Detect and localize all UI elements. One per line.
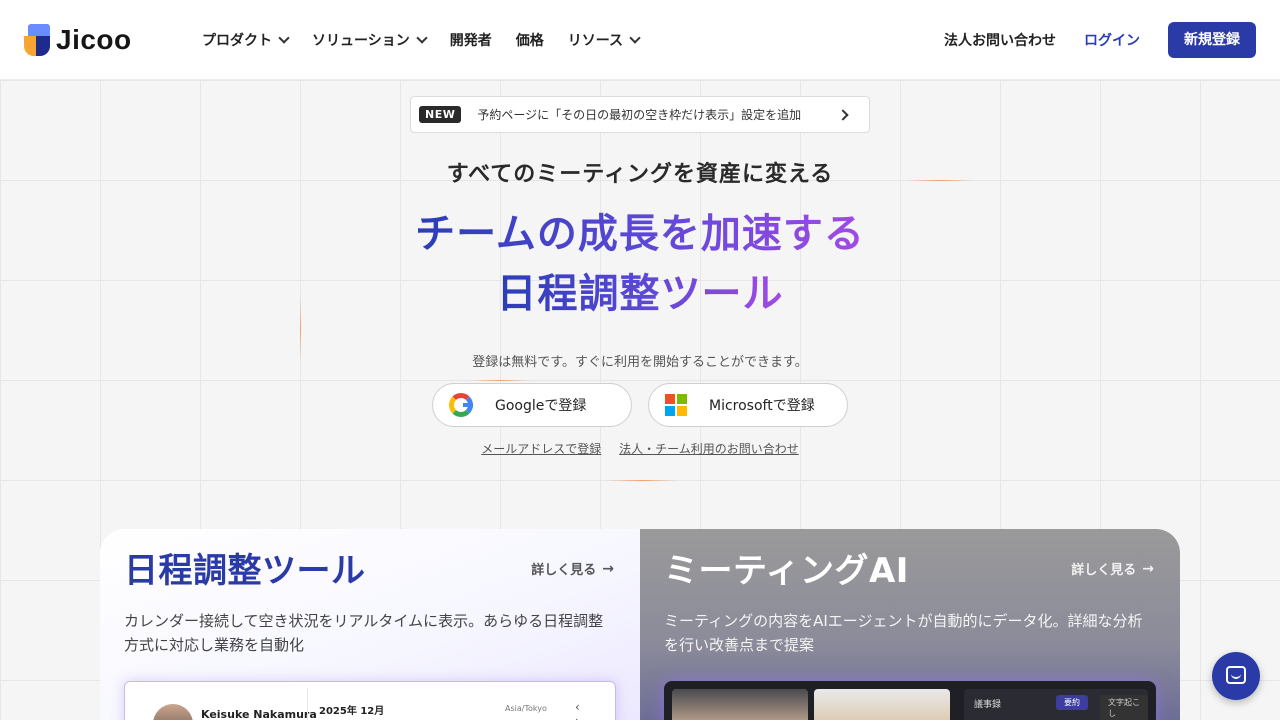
chevron-down-icon — [278, 32, 290, 44]
google-icon — [449, 393, 473, 417]
microsoft-icon — [665, 394, 687, 416]
alt-signup-links: メールアドレスで登録 法人・チーム利用のお問い合わせ — [0, 440, 1280, 457]
preview-host-name: Keisuke Nakamura — [201, 708, 317, 720]
nav-developers[interactable]: 開発者 — [450, 28, 492, 52]
new-badge: NEW — [419, 106, 462, 123]
nav-product[interactable]: プロダクト — [202, 28, 290, 52]
hero-title-line2: 日程調整ツール — [496, 271, 784, 317]
nav-solution-label: ソリューション — [312, 33, 410, 49]
minutes-panel-title: 議事録 — [974, 700, 1002, 710]
hero-subtitle: 登録は無料です。すぐに利用を開始することができます。 — [472, 355, 808, 370]
logo[interactable]: Jicoo — [24, 24, 132, 56]
chat-support-button[interactable] — [1212, 652, 1260, 700]
scheduling-preview: Keisuke Nakamura 2025年 12月 Asia/Tokyo ‹ … — [124, 681, 616, 720]
decorative-streak — [470, 380, 530, 381]
microsoft-signup-button[interactable]: Microsoftで登録 — [648, 383, 848, 427]
logo-icon — [24, 24, 50, 56]
chevron-down-icon — [629, 32, 641, 44]
avatar — [153, 704, 193, 720]
tab-transcript: 文字起こし — [1100, 695, 1148, 720]
arrow-right-icon: → — [602, 560, 614, 577]
learn-more-label: 詳しく見る — [1071, 563, 1137, 578]
scheduling-learn-more[interactable]: 詳しく見る → — [531, 559, 614, 579]
divider — [307, 688, 308, 720]
preview-month: 2025年 12月 — [319, 706, 385, 717]
video-tile — [672, 689, 808, 720]
preview-month-nav: ‹ › — [575, 700, 592, 720]
scheduling-card-desc: カレンダー接続して空き状況をリアルタイムに表示。あらゆる日程調整方式に対応し業務… — [124, 612, 604, 654]
product-cards: 日程調整ツール 詳しく見る → カレンダー接続して空き状況をリアルタイムに表示。… — [100, 529, 1180, 720]
tab-summary: 要約 — [1056, 695, 1088, 710]
chevron-down-icon — [416, 32, 428, 44]
preview-timezone: Asia/Tokyo — [505, 704, 547, 713]
nav-product-label: プロダクト — [202, 33, 272, 49]
google-signup-label: Googleで登録 — [495, 398, 587, 414]
email-signup-link[interactable]: メールアドレスで登録 — [481, 442, 601, 456]
login-link[interactable]: ログイン — [1084, 30, 1140, 50]
learn-more-label: 詳しく見る — [531, 563, 597, 578]
nav-developers-label: 開発者 — [449, 33, 492, 49]
news-banner[interactable]: NEW 予約ページに「その日の最初の空き枠だけ表示」設定を追加 — [410, 96, 870, 133]
nav-resources-label: リソース — [567, 33, 624, 49]
site-header: Jicoo プロダクト ソリューション 開発者 価格 リソース 法人お問い合わせ… — [0, 0, 1280, 80]
decorative-streak — [606, 480, 678, 481]
news-text: 予約ページに「その日の最初の空き枠だけ表示」設定を追加 — [477, 108, 802, 122]
microsoft-signup-label: Microsoftで登録 — [709, 398, 815, 414]
team-contact-link[interactable]: 法人・チーム利用のお問い合わせ — [619, 442, 799, 456]
logo-text: Jicoo — [56, 24, 132, 55]
header-actions: 法人お問い合わせ ログイン 新規登録 — [944, 22, 1256, 58]
meeting-ai-card-desc: ミーティングの内容をAIエージェントが自動的にデータ化。詳細な分析を行い改善点ま… — [664, 612, 1143, 654]
main-nav: プロダクト ソリューション 開発者 価格 リソース — [202, 28, 663, 52]
chevron-right-icon — [837, 108, 849, 121]
hero-eyebrow: すべてのミーティングを資産に変える — [446, 162, 834, 187]
scheduling-card[interactable]: 日程調整ツール 詳しく見る → カレンダー接続して空き状況をリアルタイムに表示。… — [100, 529, 640, 720]
meeting-ai-learn-more[interactable]: 詳しく見る → — [1071, 559, 1154, 579]
google-signup-button[interactable]: Googleで登録 — [432, 383, 632, 427]
video-tile — [814, 689, 950, 720]
nav-resources[interactable]: リソース — [567, 28, 641, 52]
hero-title: チームの成長を加速する 日程調整ツール — [0, 204, 1280, 324]
nav-pricing[interactable]: 価格 — [516, 28, 544, 52]
meeting-ai-preview: 議事録 要約 文字起こし — [664, 681, 1156, 720]
nav-pricing-label: 価格 — [515, 33, 544, 49]
nav-solution[interactable]: ソリューション — [312, 28, 428, 52]
signup-button[interactable]: 新規登録 — [1168, 22, 1256, 58]
corporate-contact-link[interactable]: 法人お問い合わせ — [944, 30, 1056, 50]
minutes-panel: 議事録 要約 文字起こし — [964, 689, 1148, 720]
hero-title-line1: チームの成長を加速する — [415, 211, 865, 257]
arrow-right-icon: → — [1142, 560, 1154, 577]
meeting-ai-card[interactable]: ミーティングAI 詳しく見る → ミーティングの内容をAIエージェントが自動的に… — [640, 529, 1180, 720]
